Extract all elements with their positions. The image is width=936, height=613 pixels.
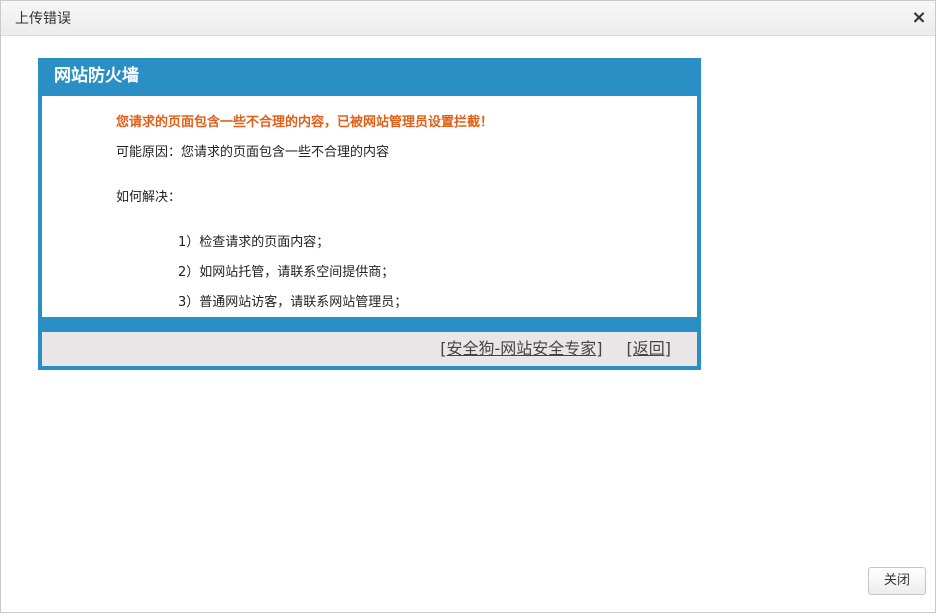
possible-reason: 可能原因：您请求的页面包含一些不合理的内容 [116, 145, 390, 160]
upload-error-dialog: 上传错误 × 网站防火墙 您请求的页面包含一些不合理的内容，已被网站管理员设置拦… [0, 0, 936, 613]
firewall-panel: 网站防火墙 您请求的页面包含一些不合理的内容，已被网站管理员设置拦截！ 可能原因… [38, 58, 701, 370]
resolve-step: 3）普通网站访客，请联系网站管理员； [178, 295, 408, 310]
footer-links: [安全狗-网站安全专家] [返回] [440, 339, 671, 359]
how-to-resolve-heading: 如何解决： [116, 190, 182, 205]
warning-message: 您请求的页面包含一些不合理的内容，已被网站管理员设置拦截！ [116, 115, 494, 130]
firewall-title: 网站防火墙 [54, 66, 139, 86]
firewall-body: 您请求的页面包含一些不合理的内容，已被网站管理员设置拦截！ 可能原因：您请求的页… [42, 96, 697, 317]
dialog-titlebar: 上传错误 × [1, 1, 935, 36]
firewall-footer: [安全狗-网站安全专家] [返回] [42, 332, 697, 366]
resolve-step: 1）检查请求的页面内容； [178, 235, 330, 250]
close-icon[interactable]: × [909, 8, 929, 28]
safedog-link[interactable]: [安全狗-网站安全专家] [440, 339, 602, 358]
back-link[interactable]: [返回] [627, 339, 672, 358]
dialog-title: 上传错误 [15, 11, 71, 27]
close-button[interactable]: 关闭 [868, 567, 926, 595]
resolve-step: 2）如网站托管，请联系空间提供商； [178, 265, 395, 280]
firewall-header: 网站防火墙 [38, 58, 701, 94]
